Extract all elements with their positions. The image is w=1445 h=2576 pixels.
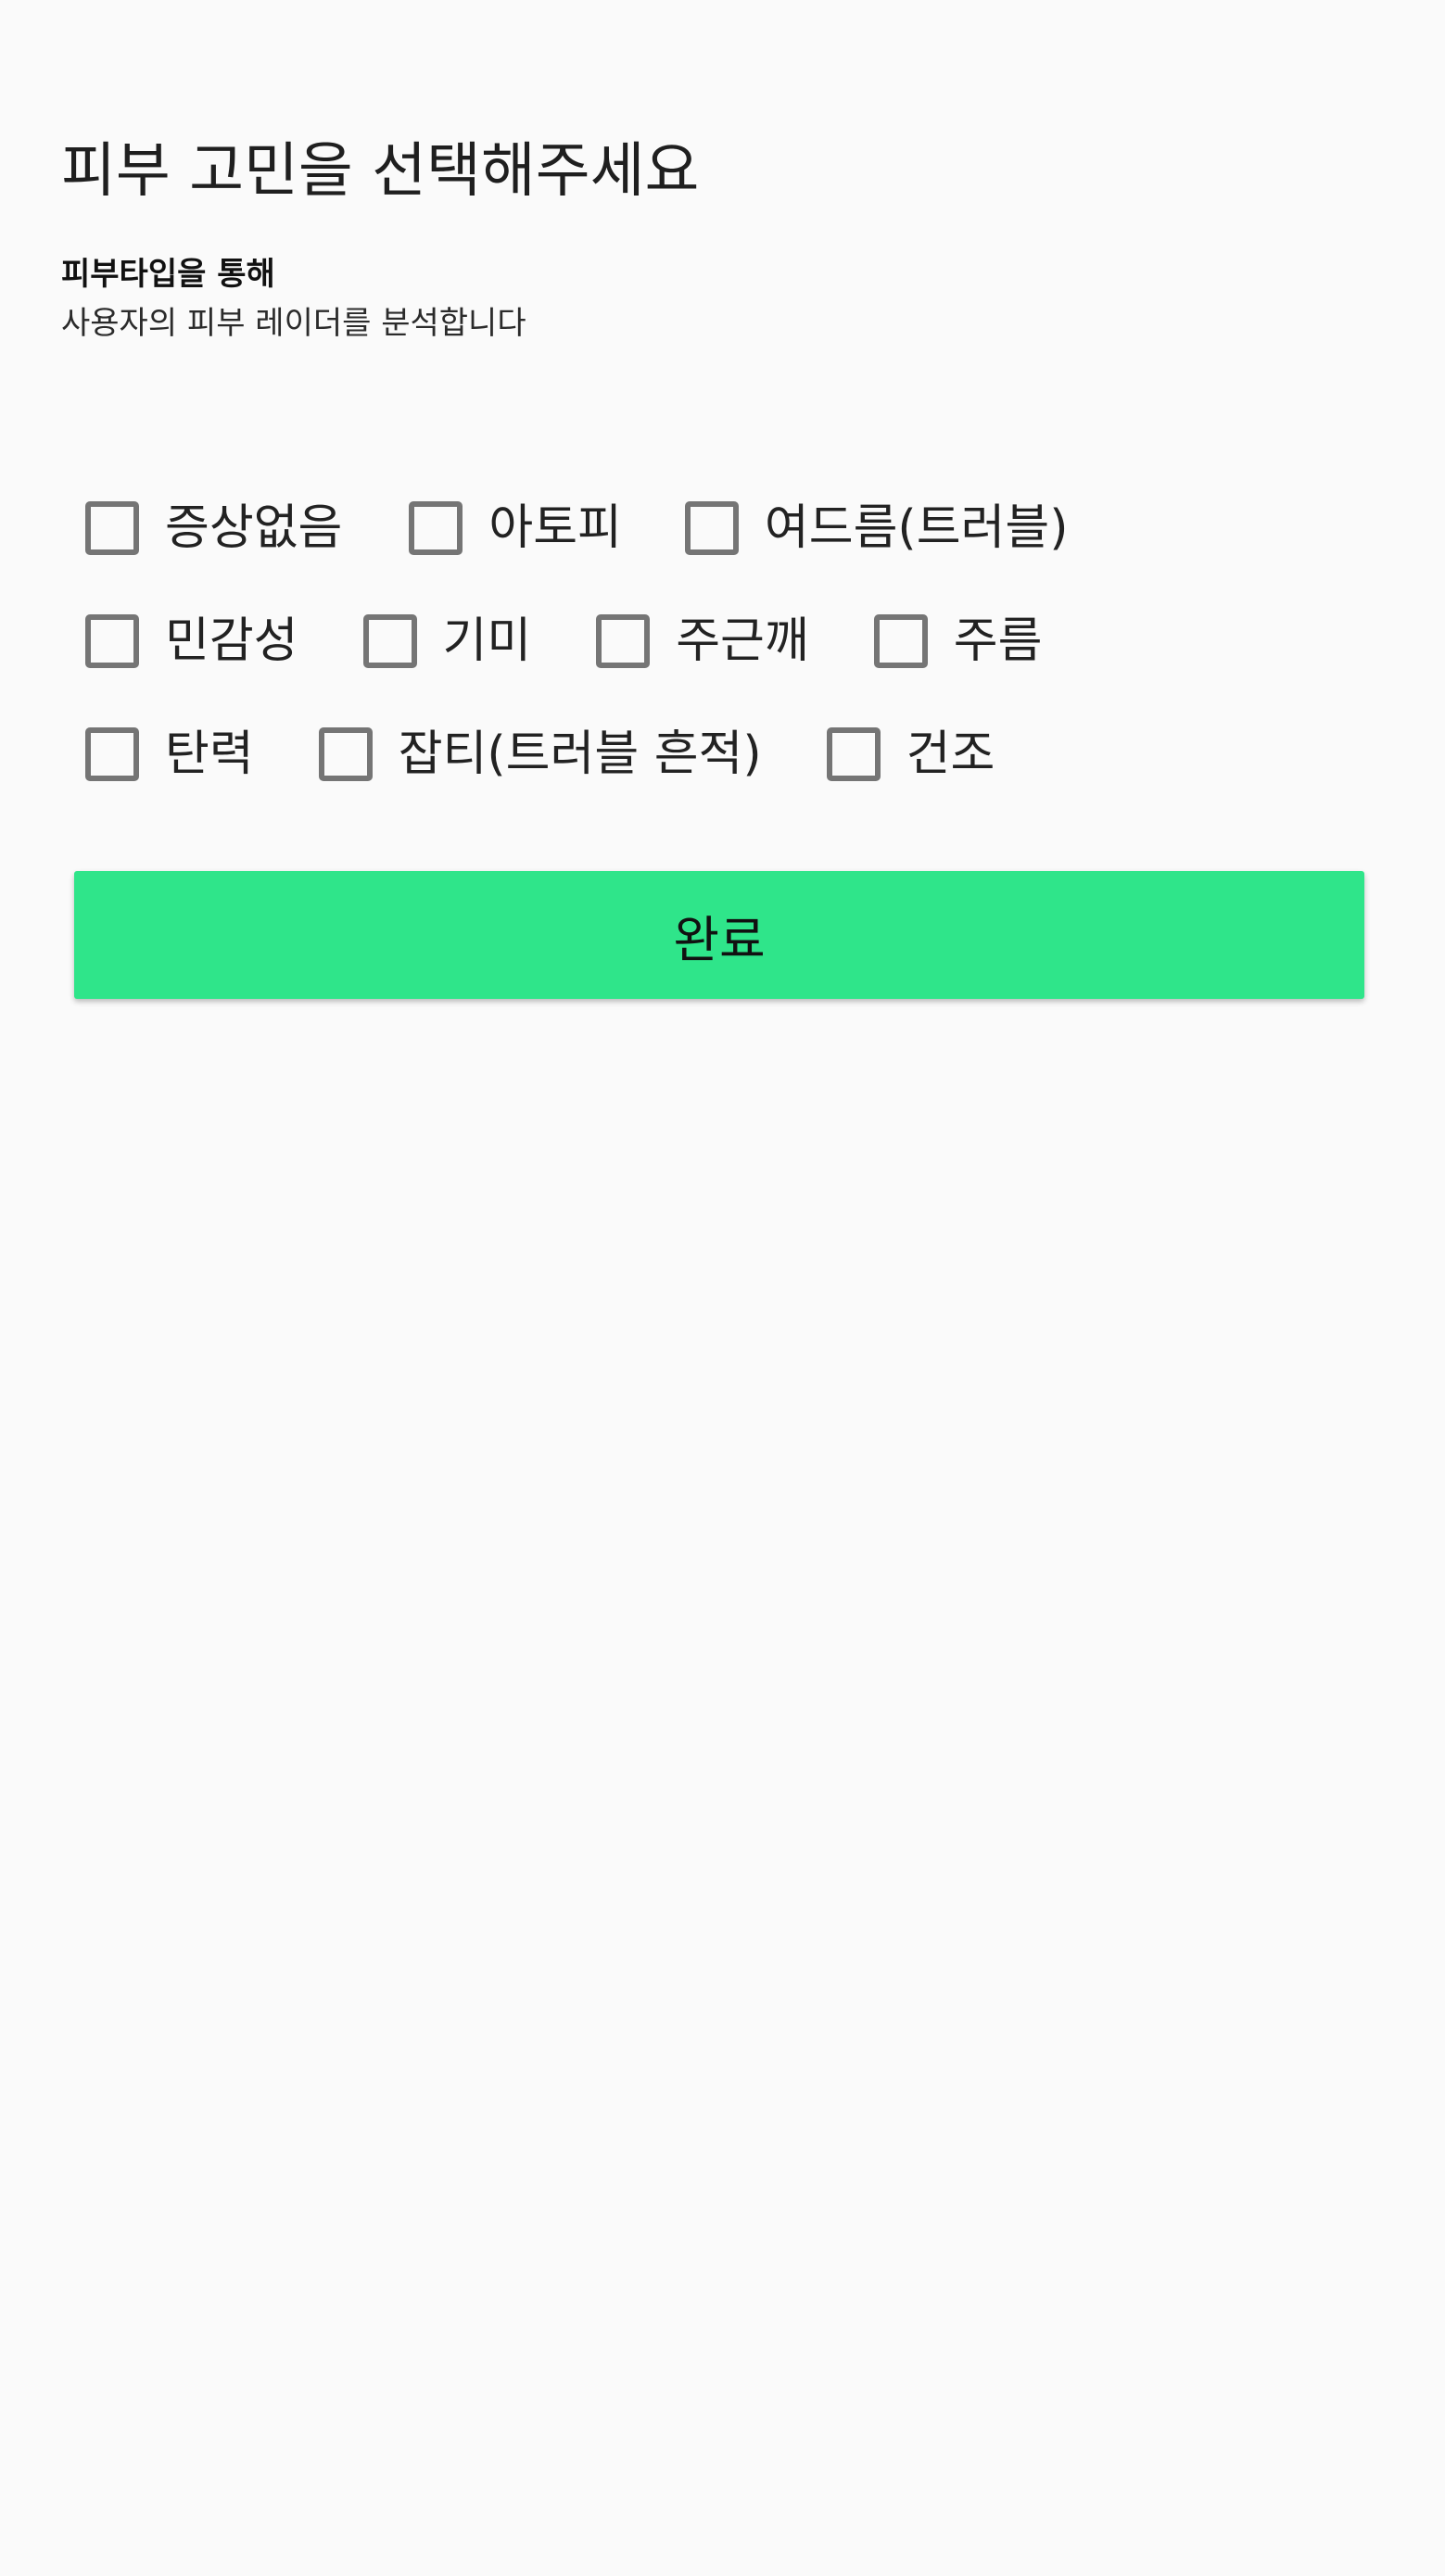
concern-options: 증상없음 아토피 여드름(트러블) 민감성 기미 주근깨 주름 탄력 잡티(트러…	[85, 491, 1401, 830]
checkbox[interactable]	[409, 501, 463, 555]
concern-label: 잡티(트러블 흔적)	[398, 726, 762, 782]
checkbox[interactable]	[85, 501, 139, 555]
subtitle-line-2: 사용자의 피부 레이더를 분석합니다	[61, 305, 526, 342]
concern-option-freckles[interactable]: 주근깨	[596, 604, 809, 678]
done-button[interactable]: 완료	[74, 871, 1364, 999]
concern-option-none[interactable]: 증상없음	[85, 491, 342, 565]
concern-label: 민감성	[165, 613, 298, 669]
concern-option-melasma[interactable]: 기미	[362, 604, 532, 678]
concern-label: 건조	[906, 726, 995, 782]
concern-option-wrinkles[interactable]: 주름	[873, 604, 1043, 678]
concern-label: 탄력	[165, 726, 254, 782]
checkbox[interactable]	[85, 727, 139, 781]
concern-label: 여드름(트러블)	[764, 500, 1069, 556]
concern-row-3: 탄력 잡티(트러블 흔적) 건조	[85, 717, 1401, 791]
concern-label: 기미	[442, 613, 532, 669]
concern-label: 아토피	[488, 500, 622, 556]
subtitle-line-1: 피부타입을 통해	[61, 256, 275, 293]
checkbox[interactable]	[318, 727, 373, 781]
concern-option-elasticity[interactable]: 탄력	[85, 717, 254, 791]
page-title: 피부 고민을 선택해주세요	[61, 137, 700, 206]
page-subtitle: 피부타입을 통해 사용자의 피부 레이더를 분석합니다	[61, 250, 526, 348]
checkbox[interactable]	[826, 727, 881, 781]
concern-option-atopy[interactable]: 아토피	[409, 491, 622, 565]
skin-concern-screen: 피부 고민을 선택해주세요 피부타입을 통해 사용자의 피부 레이더를 분석합니…	[0, 0, 1445, 2576]
checkbox[interactable]	[684, 501, 739, 555]
checkbox[interactable]	[873, 614, 928, 668]
concern-option-blemish-marks[interactable]: 잡티(트러블 흔적)	[318, 717, 762, 791]
concern-option-dryness[interactable]: 건조	[826, 717, 995, 791]
concern-label: 주근깨	[676, 613, 809, 669]
concern-row-1: 증상없음 아토피 여드름(트러블)	[85, 491, 1401, 565]
checkbox[interactable]	[85, 614, 139, 668]
concern-label: 주름	[953, 613, 1043, 669]
concern-option-acne[interactable]: 여드름(트러블)	[684, 491, 1069, 565]
concern-option-sensitive[interactable]: 민감성	[85, 604, 298, 678]
checkbox[interactable]	[362, 614, 417, 668]
checkbox[interactable]	[596, 614, 651, 668]
concern-row-2: 민감성 기미 주근깨 주름	[85, 604, 1401, 678]
concern-label: 증상없음	[165, 500, 343, 556]
